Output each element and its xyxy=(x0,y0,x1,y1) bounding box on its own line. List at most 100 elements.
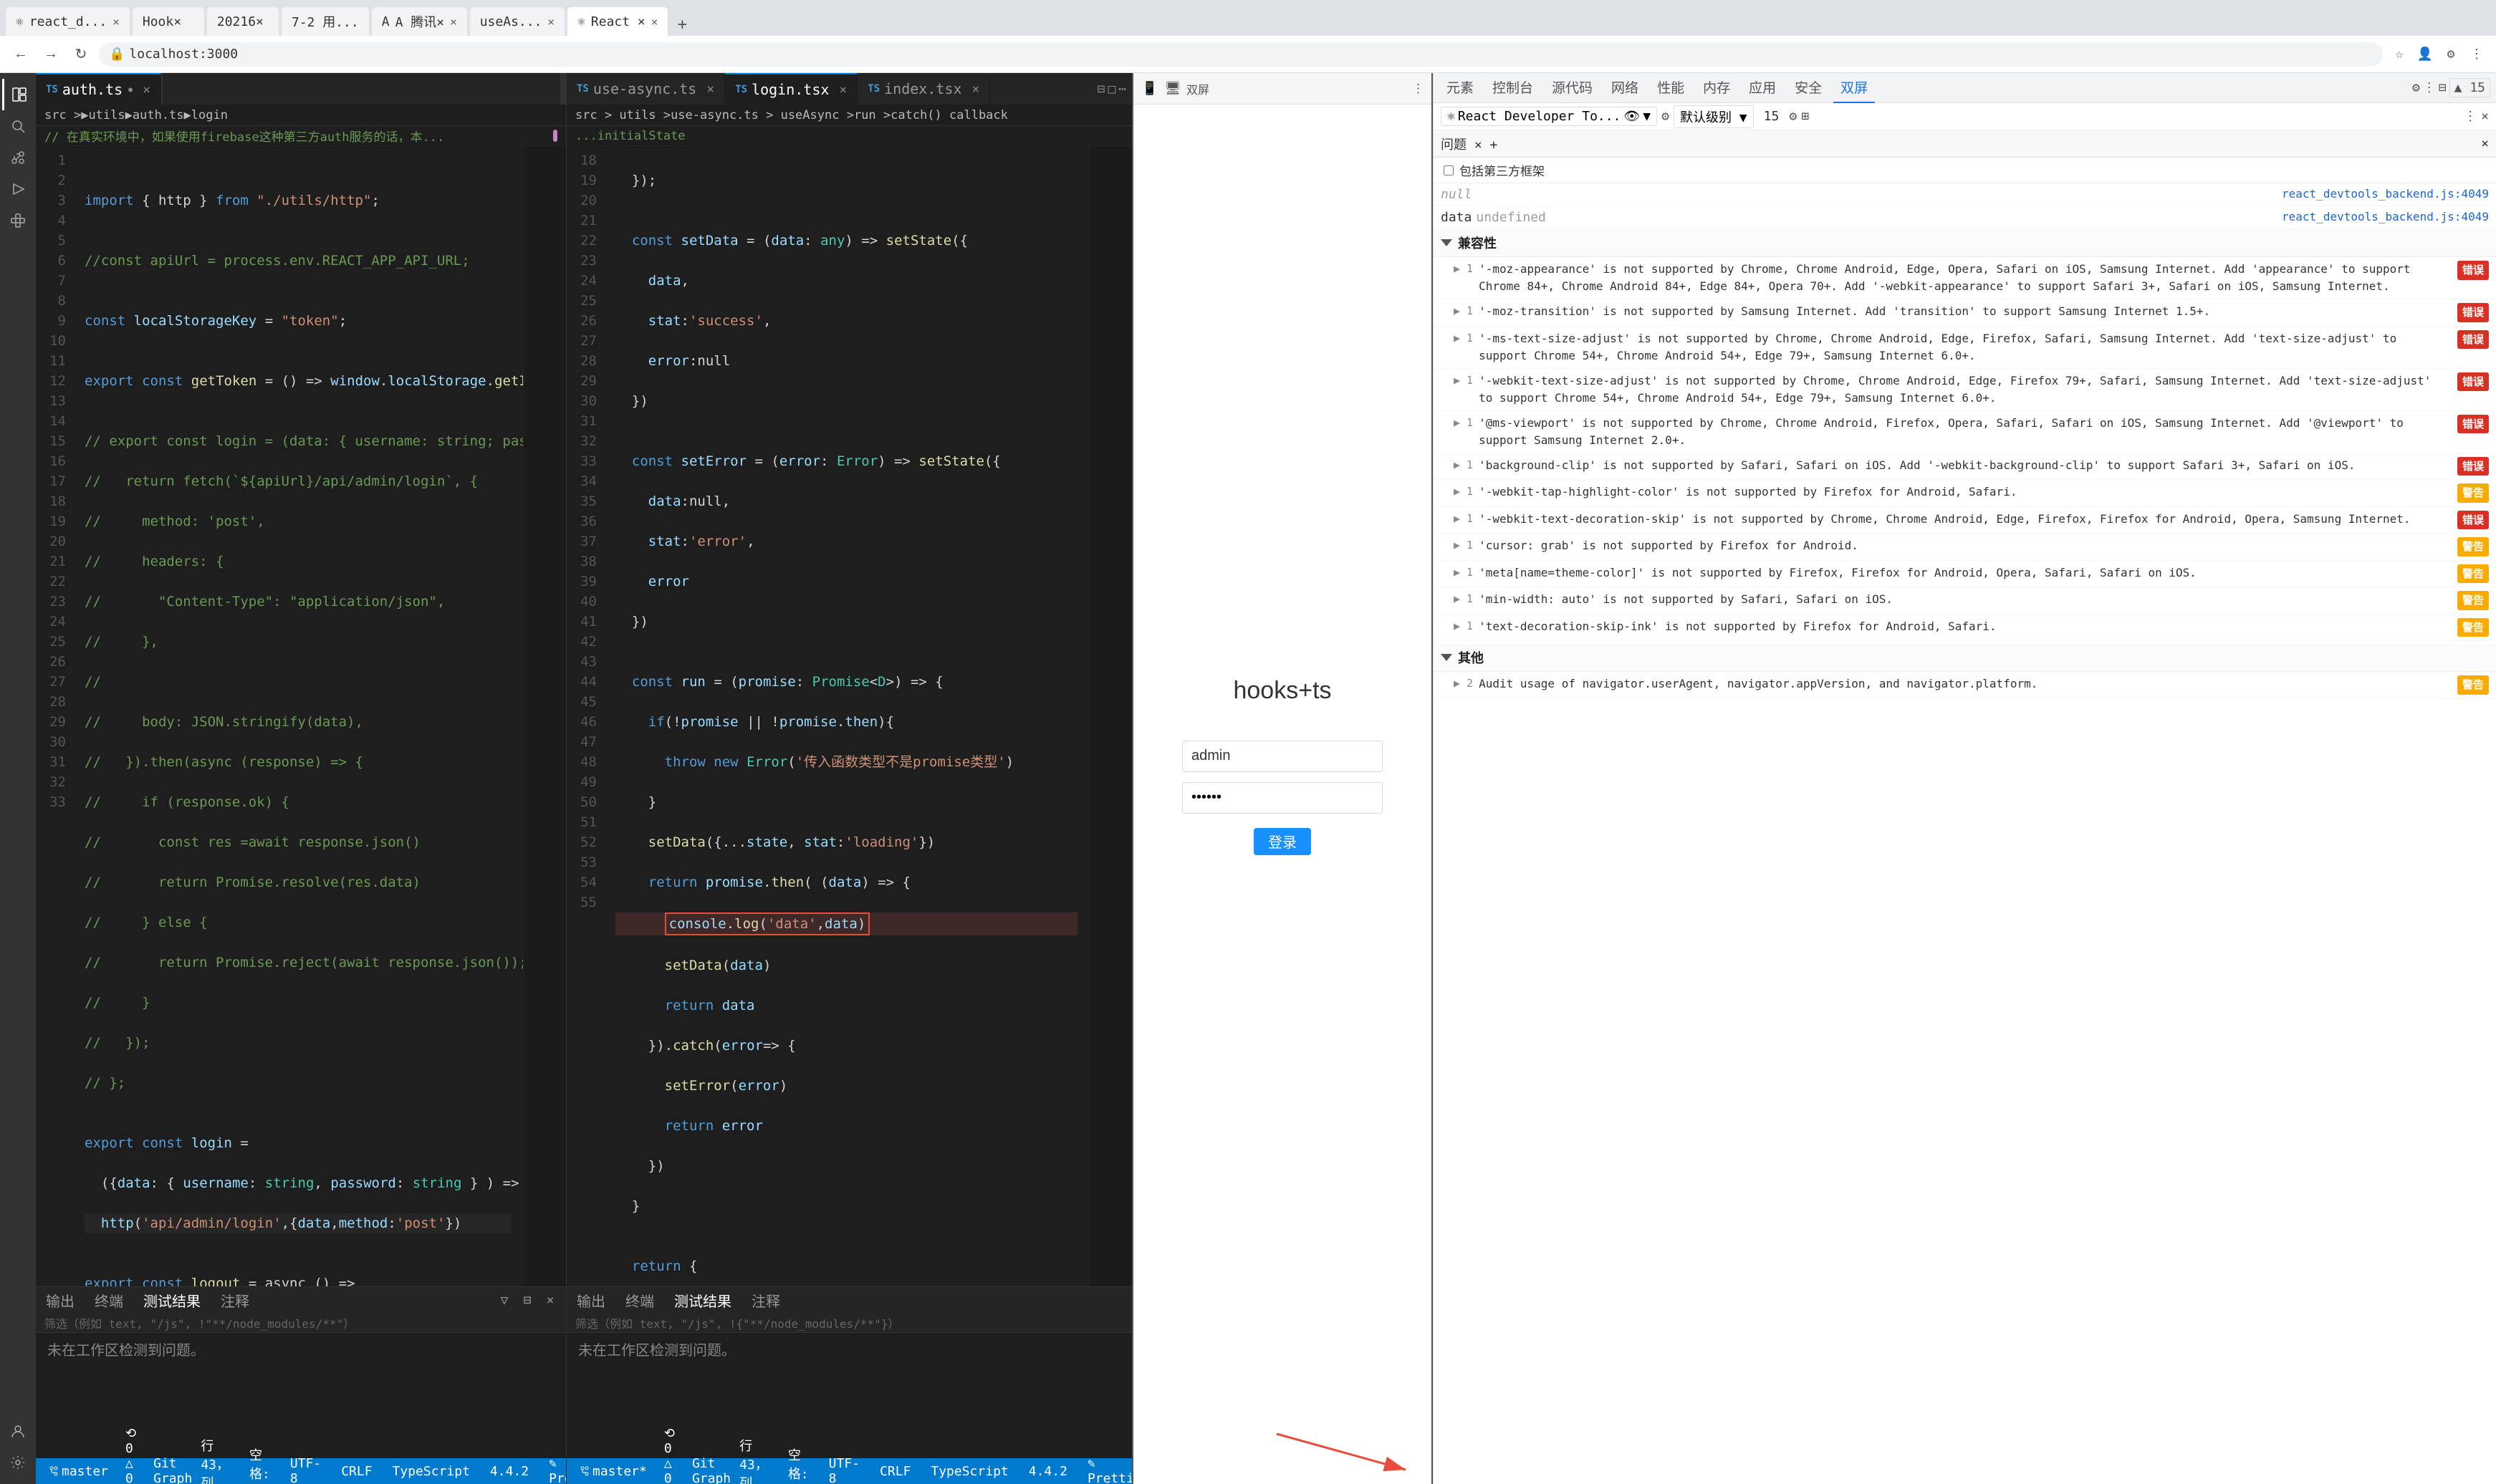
profile-icon[interactable]: 👤 xyxy=(2414,44,2436,65)
login-button[interactable]: 登录 xyxy=(1254,828,1311,855)
tab-close[interactable]: × xyxy=(706,82,714,97)
cursor-position[interactable]: 行 43，列 23 xyxy=(196,1435,234,1484)
more-actions-button[interactable]: ⋯ xyxy=(1118,82,1126,97)
back-button[interactable]: ← xyxy=(9,42,33,67)
browser-tab-useas[interactable]: useAs... × xyxy=(470,7,565,36)
tab-login[interactable]: TS login.tsx × xyxy=(725,73,858,105)
devtools-settings-icon[interactable]: ⚙ xyxy=(2412,80,2420,95)
maximize-button[interactable]: □ xyxy=(1108,82,1115,97)
react-devtools-dropdown[interactable]: ⚛ React Developer To... 👁 ▼ xyxy=(1441,107,1657,126)
devtools-more-icon[interactable]: ⋮ xyxy=(2423,80,2436,95)
indentation[interactable]: 空格: 2 xyxy=(245,1435,274,1484)
console-more-icon[interactable]: ⋮ xyxy=(2464,109,2477,124)
tab-use-async[interactable]: TS use-async.ts × xyxy=(567,73,725,105)
tab-close[interactable]: × xyxy=(839,82,847,97)
prettier-2[interactable]: ✎ Prettier xyxy=(1083,1435,1132,1484)
code-text-useasync[interactable]: }); const setData = (data: any) => setSt… xyxy=(604,146,1089,1286)
bottom-tab-output[interactable]: 输出 xyxy=(36,1287,85,1313)
activity-account-icon[interactable] xyxy=(2,1415,34,1447)
console-close-icon[interactable]: × xyxy=(2481,109,2489,124)
settings-icon[interactable]: ⚙ xyxy=(2440,44,2462,65)
sync-status[interactable]: ⟲ 0 △ 0 ⊘ 0 xyxy=(121,1425,140,1484)
tab-index[interactable]: TS index.tsx × xyxy=(858,73,990,105)
indentation-2[interactable]: 空格: 2 xyxy=(784,1435,813,1484)
tab-close-icon[interactable]: × xyxy=(112,15,120,29)
compat-section-header[interactable]: 兼容性 xyxy=(1434,229,2496,257)
eol-2[interactable]: CRLF xyxy=(875,1435,915,1484)
editor-code-area[interactable]: 12345678910 11121314151617181920 2122232… xyxy=(36,146,566,1286)
bookmark-icon[interactable]: ☆ xyxy=(2389,44,2410,65)
prettier-status[interactable]: ✎ Prettier xyxy=(544,1435,566,1484)
devtools-undock-icon[interactable]: ⊟ xyxy=(2439,80,2447,95)
log-level-dropdown[interactable]: 默认级别 ▼ xyxy=(1674,105,1754,128)
tab-close-icon[interactable]: × xyxy=(651,15,658,29)
git-graph-2[interactable]: Git Graph xyxy=(688,1425,735,1484)
cursor-pos-2[interactable]: 行 43，列 23 xyxy=(735,1435,772,1484)
devtools-tab-issues[interactable]: 双屏 xyxy=(1833,73,1875,103)
git-branch[interactable]: master xyxy=(44,1425,112,1484)
activity-extensions-icon[interactable] xyxy=(2,205,34,236)
code-text-auth[interactable]: import { http } from "./utils/http"; //c… xyxy=(73,146,523,1286)
console-settings-icon[interactable]: ⚙ xyxy=(1661,109,1669,124)
ts-ver-2[interactable]: 4.4.2 xyxy=(1024,1435,1072,1484)
third-party-checkbox[interactable] xyxy=(1444,165,1454,175)
git-branch-2[interactable]: master* xyxy=(575,1425,651,1484)
preview-more-icon[interactable]: ⋮ xyxy=(1412,82,1424,96)
language-mode[interactable]: TypeScript xyxy=(388,1435,474,1484)
devtools-tab-sources[interactable]: 源代码 xyxy=(1545,73,1600,103)
devtools-tab-network[interactable]: 网络 xyxy=(1604,73,1646,103)
bottom-tab-terminal[interactable]: 终端 xyxy=(85,1287,133,1313)
devtools-tab-performance[interactable]: 性能 xyxy=(1650,73,1691,103)
devtools-issues-content[interactable]: 兼容性 ▶ 1 '-moz-appearance' is not support… xyxy=(1434,229,2496,1484)
console-link-1[interactable]: react_devtools_backend.js:4049 xyxy=(2282,187,2489,201)
browser-tab-react[interactable]: ⚛ react_d... × xyxy=(6,7,130,36)
activity-explorer-icon[interactable] xyxy=(2,79,34,110)
devtools-tab-app[interactable]: 应用 xyxy=(1742,73,1783,103)
devtools-issues-count[interactable]: ▲ 15 xyxy=(2449,78,2490,97)
split-button[interactable]: ⊟ xyxy=(1097,82,1105,97)
activity-search-icon[interactable] xyxy=(2,110,34,142)
tab-close[interactable]: × xyxy=(143,82,150,97)
preview-desktop-icon[interactable]: 🖥 xyxy=(1163,80,1182,98)
use-async-code-area[interactable]: 1819202122232425262728 29303132333435363… xyxy=(567,146,1132,1286)
collapse-icon[interactable]: ⊟ xyxy=(517,1290,537,1310)
encoding[interactable]: UTF-8 xyxy=(286,1435,325,1484)
address-bar[interactable]: 🔒 localhost:3000 xyxy=(99,42,2383,67)
issues-panel-close[interactable]: × xyxy=(2481,136,2489,151)
tab-close-icon[interactable]: × xyxy=(450,15,457,29)
bottom-tab-test-2[interactable]: 测试结果 xyxy=(664,1287,741,1313)
close-panel-button[interactable]: × xyxy=(540,1290,560,1310)
bottom-tab-comments-2[interactable]: 注释 xyxy=(741,1287,790,1313)
console-settings-2-icon[interactable]: ⚙ xyxy=(1789,109,1797,124)
activity-settings-icon[interactable] xyxy=(2,1447,34,1478)
encoding-2[interactable]: UTF-8 xyxy=(825,1435,864,1484)
browser-tab-react2[interactable]: ⚛ React × × xyxy=(567,7,668,36)
tab-close-icon[interactable]: × xyxy=(547,15,555,29)
browser-tab-72[interactable]: 7-2 用... xyxy=(282,7,369,36)
devtools-tab-console[interactable]: 控制台 xyxy=(1485,73,1540,103)
forward-button[interactable]: → xyxy=(39,42,63,67)
username-input[interactable] xyxy=(1182,741,1383,772)
preview-mobile-icon[interactable]: 📱 xyxy=(1141,80,1159,98)
password-input[interactable] xyxy=(1182,782,1383,814)
lang-2[interactable]: TypeScript xyxy=(926,1435,1012,1484)
browser-tab-hook[interactable]: Hook× xyxy=(133,7,204,36)
tab-close[interactable]: × xyxy=(972,82,980,97)
other-section-header[interactable]: 其他 xyxy=(1434,644,2496,672)
bottom-tab-output-2[interactable]: 输出 xyxy=(567,1287,615,1313)
bottom-tab-terminal-2[interactable]: 终端 xyxy=(615,1287,664,1313)
refresh-button[interactable]: ↻ xyxy=(69,42,93,67)
ts-version[interactable]: 4.4.2 xyxy=(486,1435,533,1484)
bottom-tab-test[interactable]: 测试结果 xyxy=(133,1287,211,1313)
browser-tab-tencent[interactable]: A A 腾讯× × xyxy=(372,7,467,36)
sync-status-2[interactable]: ⟲ 0 △ 0 ⊘ 0 xyxy=(660,1425,679,1484)
more-icon[interactable]: ⋮ xyxy=(2466,44,2487,65)
devtools-tab-security[interactable]: 安全 xyxy=(1787,73,1829,103)
browser-tab-20216[interactable]: 20216× xyxy=(207,7,279,36)
devtools-tab-elements[interactable]: 元素 xyxy=(1439,73,1481,103)
console-grid-icon[interactable]: ⊞ xyxy=(1801,109,1809,124)
devtools-tab-memory[interactable]: 内存 xyxy=(1696,73,1737,103)
tab-auth-ts[interactable]: TS auth.ts ● × xyxy=(36,73,161,105)
console-link-2[interactable]: react_devtools_backend.js:4049 xyxy=(2282,210,2489,223)
git-graph[interactable]: Git Graph xyxy=(149,1425,196,1484)
